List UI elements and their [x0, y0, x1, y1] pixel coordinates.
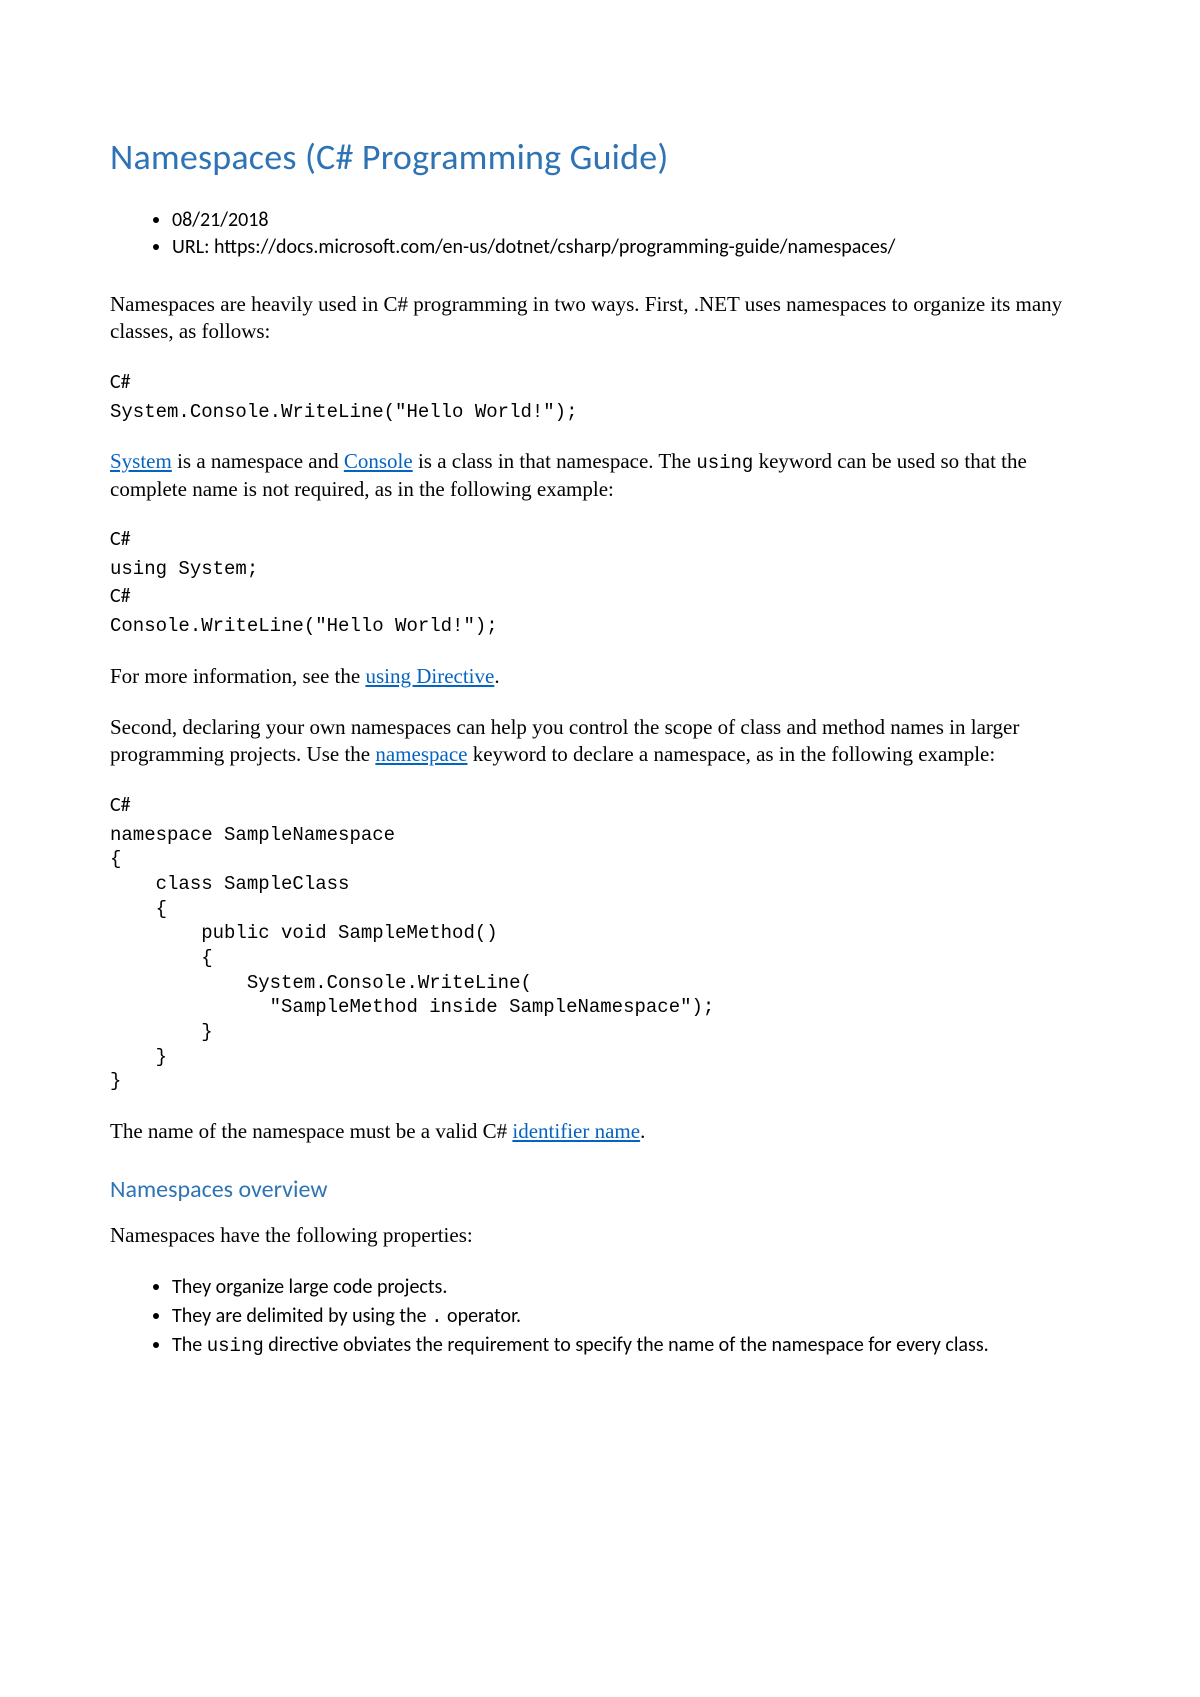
link-system[interactable]: System: [110, 449, 172, 473]
text: operator.: [443, 1304, 522, 1328]
text: keyword to declare a namespace, as in th…: [467, 742, 995, 766]
link-console[interactable]: Console: [344, 449, 413, 473]
code-lang-label-2a: C#: [110, 527, 1090, 551]
code-block-2b: Console.WriteLine("Hello World!");: [110, 614, 1090, 639]
code-lang-label-3: C#: [110, 793, 1090, 817]
property-item-1: They organize large code projects.: [172, 1274, 1090, 1301]
property-item-3: The using directive obviates the require…: [172, 1332, 1090, 1360]
code-block-2a: using System;: [110, 557, 1090, 582]
paragraph-identifier: The name of the namespace must be a vali…: [110, 1118, 1090, 1145]
text: is a class in that namespace. The: [413, 449, 697, 473]
text: For more information, see the: [110, 664, 365, 688]
meta-url: URL: https://docs.microsoft.com/en-us/do…: [172, 234, 1090, 261]
meta-list: 08/21/2018 URL: https://docs.microsoft.c…: [110, 207, 1090, 261]
link-identifier-name[interactable]: identifier name: [512, 1119, 640, 1143]
paragraph-system-console: System is a namespace and Console is a c…: [110, 448, 1090, 503]
code-block-1: System.Console.WriteLine("Hello World!")…: [110, 400, 1090, 425]
text: The: [172, 1333, 207, 1357]
keyword-using: using: [696, 452, 753, 474]
document-page: Namespaces (C# Programming Guide) 08/21/…: [0, 0, 1200, 1697]
code-lang-label-2b: C#: [110, 584, 1090, 608]
props-intro: Namespaces have the following properties…: [110, 1222, 1090, 1249]
section-overview-title: Namespaces overview: [110, 1175, 1090, 1204]
text: is a namespace and: [172, 449, 344, 473]
text: .: [640, 1119, 645, 1143]
keyword-using: using: [207, 1335, 264, 1357]
code-block-3: namespace SampleNamespace { class Sample…: [110, 823, 1090, 1095]
code-lang-label-1: C#: [110, 370, 1090, 394]
properties-list: They organize large code projects. They …: [110, 1274, 1090, 1360]
text: The name of the namespace must be a vali…: [110, 1119, 512, 1143]
page-title: Namespaces (C# Programming Guide): [110, 135, 1090, 179]
text: They are delimited by using the: [172, 1304, 431, 1328]
link-namespace[interactable]: namespace: [375, 742, 467, 766]
text: directive obviates the requirement to sp…: [264, 1333, 989, 1357]
paragraph-declare: Second, declaring your own namespaces ca…: [110, 714, 1090, 769]
text: .: [494, 664, 499, 688]
property-item-2: They are delimited by using the . operat…: [172, 1303, 1090, 1331]
paragraph-moreinfo: For more information, see the using Dire…: [110, 663, 1090, 690]
link-using-directive[interactable]: using Directive: [365, 664, 494, 688]
operator-dot: .: [431, 1306, 442, 1328]
intro-paragraph: Namespaces are heavily used in C# progra…: [110, 291, 1090, 346]
meta-date: 08/21/2018: [172, 207, 1090, 234]
